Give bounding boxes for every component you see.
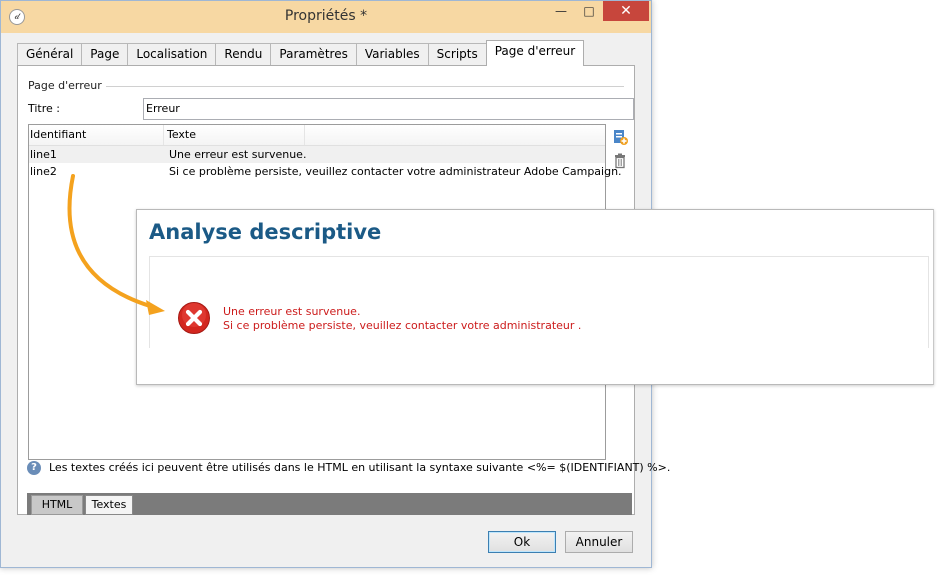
maximize-button[interactable]: □ xyxy=(575,1,603,21)
tab-variables[interactable]: Variables xyxy=(355,43,429,65)
row-texte: Une erreur est survenue. xyxy=(169,148,307,161)
add-text-icon[interactable] xyxy=(611,128,629,146)
preview-callout: Analyse descriptive Une erreur est surve… xyxy=(136,209,934,385)
titre-label: Titre : xyxy=(28,102,61,115)
tab-localisation[interactable]: Localisation xyxy=(127,43,217,65)
trash-icon[interactable] xyxy=(611,152,629,170)
hint-text: Les textes créés ici peuvent être utilis… xyxy=(49,461,671,474)
section-title: Page d'erreur xyxy=(28,79,106,92)
grid-header: Identifiant Texte xyxy=(29,125,605,146)
tab-parametres[interactable]: Paramètres xyxy=(270,43,357,65)
cancel-button[interactable]: Annuler xyxy=(565,531,633,553)
minimize-button[interactable]: — xyxy=(547,1,575,21)
row-identifiant: line2 xyxy=(30,165,57,178)
preview-error-line2: Si ce problème persiste, veuillez contac… xyxy=(223,319,582,332)
help-icon: ? xyxy=(27,461,41,475)
tab-rendu[interactable]: Rendu xyxy=(215,43,272,65)
preview-title: Analyse descriptive xyxy=(149,220,382,244)
column-header-texte[interactable]: Texte xyxy=(167,128,196,141)
editor-tab-bar: HTML Textes xyxy=(27,493,632,515)
column-separator xyxy=(304,125,305,145)
tab-scripts[interactable]: Scripts xyxy=(427,43,487,65)
table-row[interactable]: line1 Une erreur est survenue. xyxy=(29,146,605,163)
tab-html[interactable]: HTML xyxy=(31,495,83,515)
row-texte: Si ce problème persiste, veuillez contac… xyxy=(169,165,622,178)
tab-strip: Général Page Localisation Rendu Paramètr… xyxy=(17,40,585,66)
preview-error-line1: Une erreur est survenue. xyxy=(223,305,361,318)
column-header-identifiant[interactable]: Identifiant xyxy=(30,128,86,141)
row-identifiant: line1 xyxy=(30,148,57,161)
tab-page[interactable]: Page xyxy=(81,43,129,65)
tab-textes[interactable]: Textes xyxy=(85,495,133,515)
ok-button[interactable]: Ok xyxy=(488,531,556,553)
close-button[interactable]: ✕ xyxy=(603,1,649,21)
error-x-icon xyxy=(178,302,210,334)
titre-input[interactable]: Erreur xyxy=(143,98,634,120)
table-row[interactable]: line2 Si ce problème persiste, veuillez … xyxy=(29,163,622,180)
tab-general[interactable]: Général xyxy=(17,43,83,65)
preview-error-box xyxy=(149,256,929,348)
column-separator xyxy=(163,125,164,145)
section-divider xyxy=(90,86,624,87)
tab-page-erreur[interactable]: Page d'erreur xyxy=(485,40,585,66)
title-bar[interactable]: 𝒹 Propriétés * — □ ✕ xyxy=(1,1,651,33)
